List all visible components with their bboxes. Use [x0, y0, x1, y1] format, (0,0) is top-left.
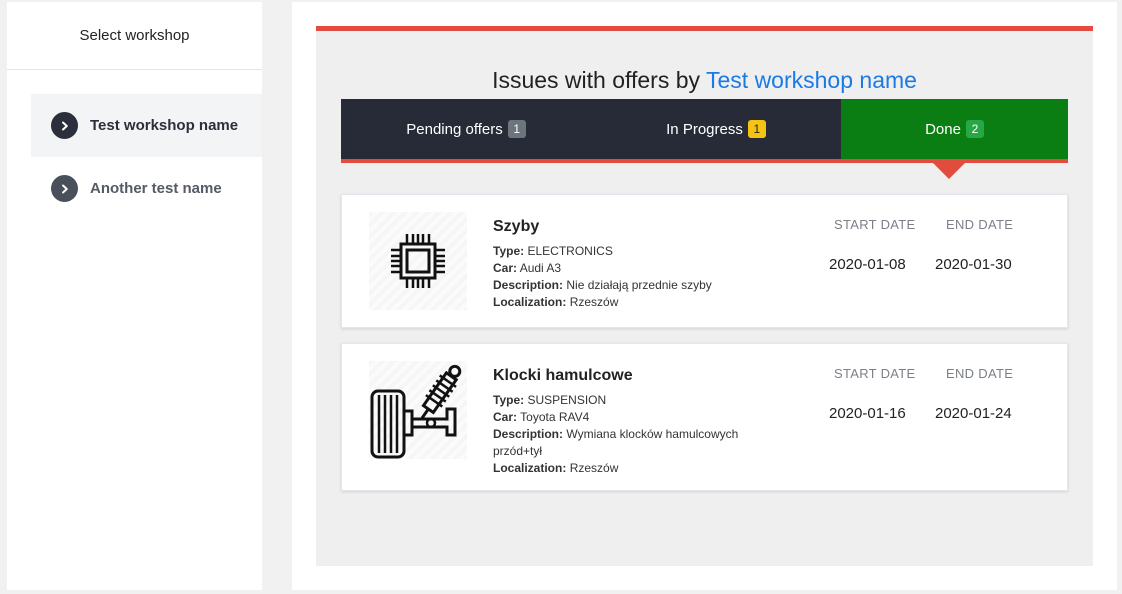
tab-done[interactable]: Done 2: [841, 99, 1068, 159]
description-label: Description:: [493, 427, 564, 441]
chevron-right-icon: [51, 175, 78, 202]
car-label: Car:: [493, 261, 518, 275]
end-date-value: 2020-01-24: [935, 405, 1012, 422]
sidebar-item-label: Another test name: [90, 180, 222, 197]
page-title: Issues with offers by Test workshop name: [316, 67, 1093, 94]
issue-title: Klocki hamulcowe: [493, 367, 633, 384]
count-badge: 2: [965, 120, 984, 138]
type-value: ELECTRONICS: [527, 244, 613, 258]
start-date-header: START DATE: [834, 366, 916, 381]
page-title-prefix: Issues with offers by: [492, 67, 701, 93]
sidebar-item-label: Test workshop name: [90, 117, 239, 134]
description-label: Description:: [493, 278, 564, 292]
issue-card[interactable]: Klocki hamulcowe Type: SUSPENSION Car: T…: [341, 343, 1068, 491]
count-badge: 1: [507, 120, 526, 138]
end-date-header: END DATE: [946, 366, 1014, 381]
issue-card[interactable]: Szyby Type: ELECTRONICS Car: Audi A3 Des…: [341, 194, 1068, 328]
main-content: Issues with offers by Test workshop name…: [292, 2, 1117, 590]
description-value: Nie działają przednie szyby: [566, 278, 712, 292]
issues-panel: Issues with offers by Test workshop name…: [316, 26, 1093, 566]
type-label: Type:: [493, 244, 525, 258]
localization-value: Rzeszów: [569, 461, 619, 475]
chip-icon: [369, 212, 467, 310]
start-date-value: 2020-01-16: [829, 405, 906, 422]
type-label: Type:: [493, 393, 525, 407]
tab-in-progress[interactable]: In Progress 1: [591, 99, 841, 159]
issue-details: Type: ELECTRONICS Car: Audi A3 Descripti…: [493, 243, 753, 311]
tab-label: Pending offers: [406, 120, 503, 138]
tab-label: Done: [925, 120, 961, 138]
sidebar-item-test-workshop[interactable]: Test workshop name: [31, 94, 262, 157]
car-value: Toyota RAV4: [520, 410, 590, 424]
sidebar-item-another-test[interactable]: Another test name: [31, 157, 262, 220]
car-label: Car:: [493, 410, 518, 424]
end-date-header: END DATE: [946, 217, 1014, 232]
sidebar: Select workshop Test workshop name Anoth…: [7, 2, 262, 590]
workshop-name-link[interactable]: Test workshop name: [706, 67, 917, 93]
count-badge: 1: [747, 120, 766, 138]
start-date-header: START DATE: [834, 217, 916, 232]
type-value: SUSPENSION: [527, 393, 607, 407]
tab-label: In Progress: [666, 120, 743, 138]
localization-label: Localization:: [493, 461, 567, 475]
suspension-icon: [369, 361, 467, 459]
localization-value: Rzeszów: [569, 295, 619, 309]
end-date-value: 2020-01-30: [935, 256, 1012, 273]
sidebar-title: Select workshop: [7, 2, 262, 70]
status-tabs: Pending offers 1 In Progress 1 Done 2: [341, 99, 1068, 179]
issue-details: Type: SUSPENSION Car: Toyota RAV4 Descri…: [493, 392, 753, 477]
car-value: Audi A3: [519, 261, 562, 275]
start-date-value: 2020-01-08: [829, 256, 906, 273]
issue-title: Szyby: [493, 218, 540, 235]
active-tab-indicator: [933, 163, 965, 179]
localization-label: Localization:: [493, 295, 567, 309]
chevron-right-icon: [51, 112, 78, 139]
tab-pending-offers[interactable]: Pending offers 1: [341, 99, 591, 159]
